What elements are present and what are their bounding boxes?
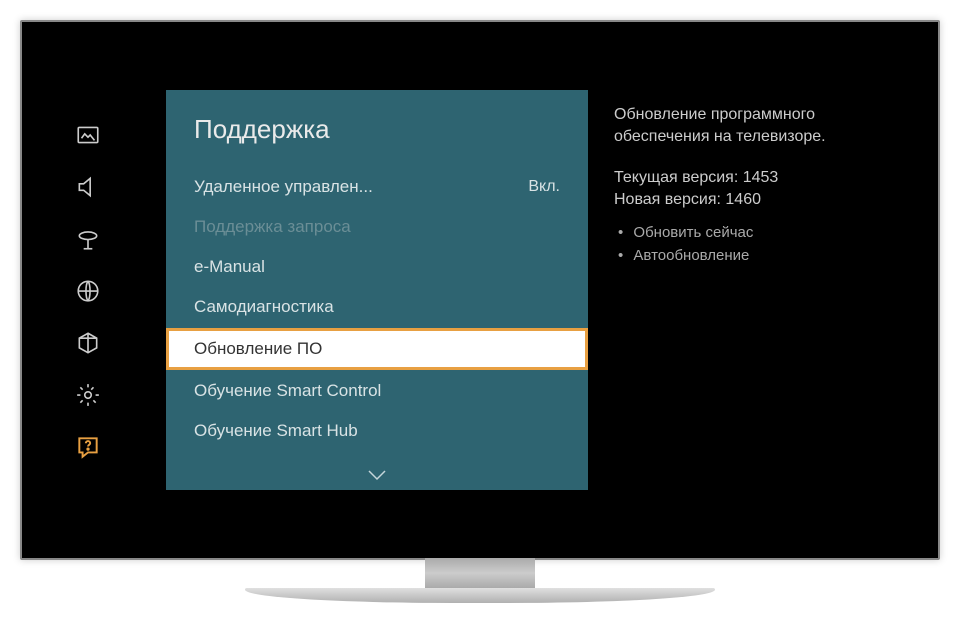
info-description: Обновление программного обеспечения на т…: [614, 104, 902, 147]
sound-icon[interactable]: [73, 172, 103, 202]
menu-item-remote-management[interactable]: Удаленное управлен... Вкл.: [166, 167, 588, 207]
menu-list: Удаленное управлен... Вкл. Поддержка зап…: [166, 167, 588, 451]
menu-item-label: Самодиагностика: [194, 297, 334, 317]
menu-item-value: Вкл.: [528, 178, 560, 196]
settings-panel: Поддержка Удаленное управлен... Вкл. Под…: [166, 90, 588, 490]
settings-icon[interactable]: [73, 380, 103, 410]
current-version: Текущая версия: 1453: [614, 167, 902, 189]
info-panel: Обновление программного обеспечения на т…: [588, 28, 932, 552]
info-sub-item: Обновить сейчас: [618, 222, 902, 245]
tv-stand-neck: [425, 558, 535, 588]
menu-item-smart-hub-tutorial[interactable]: Обучение Smart Hub: [166, 411, 588, 451]
menu-item-emanual[interactable]: e-Manual: [166, 247, 588, 287]
info-sublist: Обновить сейчас Автообновление: [614, 222, 902, 267]
support-icon[interactable]: [73, 432, 103, 462]
menu-item-request-support: Поддержка запроса: [166, 207, 588, 247]
network-icon[interactable]: [73, 276, 103, 306]
menu-item-label: e-Manual: [194, 257, 265, 277]
menu-item-self-diagnosis[interactable]: Самодиагностика: [166, 287, 588, 327]
picture-icon[interactable]: [73, 120, 103, 150]
menu-item-label: Обучение Smart Hub: [194, 421, 358, 441]
system-icon[interactable]: [73, 328, 103, 358]
new-version: Новая версия: 1460: [614, 189, 902, 211]
info-versions: Текущая версия: 1453 Новая версия: 1460: [614, 167, 902, 210]
menu-item-label: Удаленное управлен...: [194, 177, 373, 197]
info-sub-item: Автообновление: [618, 245, 902, 268]
menu-item-label: Обучение Smart Control: [194, 381, 381, 401]
chevron-down-icon[interactable]: [166, 451, 588, 486]
tv-frame: Поддержка Удаленное управлен... Вкл. Под…: [20, 20, 940, 560]
menu-item-smart-control-tutorial[interactable]: Обучение Smart Control: [166, 371, 588, 411]
panel-title: Поддержка: [166, 114, 588, 167]
tv-screen: Поддержка Удаленное управлен... Вкл. Под…: [28, 28, 932, 552]
broadcast-icon[interactable]: [73, 224, 103, 254]
menu-item-label: Обновление ПО: [194, 339, 322, 359]
menu-item-label: Поддержка запроса: [194, 217, 351, 237]
sidebar: [28, 28, 98, 552]
menu-item-software-update[interactable]: Обновление ПО: [166, 328, 588, 370]
tv-stand-base: [245, 588, 715, 603]
